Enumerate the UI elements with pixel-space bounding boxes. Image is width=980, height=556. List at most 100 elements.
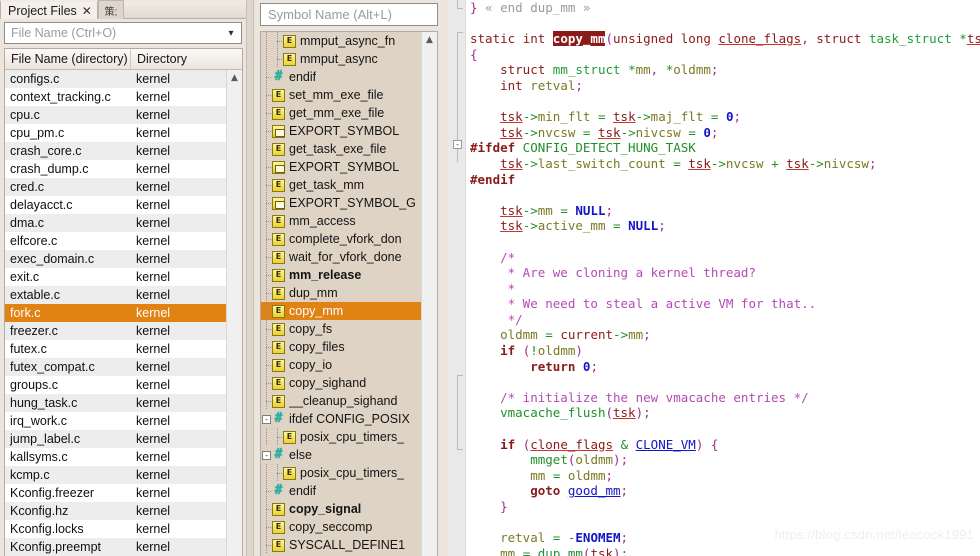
code-line[interactable]: goto good_mm; bbox=[470, 483, 980, 499]
code-line[interactable]: /* initialize the new vmacache entries *… bbox=[470, 390, 980, 406]
table-row[interactable]: delayacct.c kernel bbox=[5, 196, 226, 214]
list-item[interactable]: Ecopy_signal bbox=[261, 500, 421, 518]
list-item[interactable]: Ecopy_io bbox=[261, 356, 421, 374]
table-row[interactable]: hung_task.c kernel bbox=[5, 394, 226, 412]
list-item[interactable]: Eget_mm_exe_file bbox=[261, 104, 421, 122]
table-row[interactable]: Kconfig.locks kernel bbox=[5, 520, 226, 538]
list-item[interactable]: Ecopy_fs bbox=[261, 320, 421, 338]
column-header-file-name[interactable]: File Name (directory) bbox=[5, 49, 131, 69]
list-item[interactable]: - # else bbox=[261, 446, 421, 464]
parameter-name[interactable]: tsk bbox=[786, 156, 809, 171]
list-item[interactable]: Eposix_cpu_timers_ bbox=[261, 428, 421, 446]
list-item[interactable]: Eposix_cpu_timers_ bbox=[261, 464, 421, 482]
list-item[interactable]: Emm_access bbox=[261, 212, 421, 230]
list-item[interactable]: E __cleanup_sighand bbox=[261, 392, 421, 410]
list-item[interactable]: Ecopy_sighand bbox=[261, 374, 421, 392]
code-line[interactable]: if (clone_flags & CLONE_VM) { bbox=[470, 437, 980, 453]
parameter-name[interactable]: tsk bbox=[500, 203, 523, 218]
source-code-view[interactable]: } « end dup_mm » static int copy_mm(unsi… bbox=[466, 0, 980, 556]
code-line[interactable] bbox=[470, 515, 980, 531]
code-line[interactable]: return 0; bbox=[470, 359, 980, 375]
parameter-name[interactable]: tsk bbox=[500, 156, 523, 171]
code-line[interactable] bbox=[470, 374, 980, 390]
list-item[interactable]: Ecopy_mm bbox=[261, 302, 421, 320]
code-line[interactable]: tsk->min_flt = tsk->maj_flt = 0; bbox=[470, 109, 980, 125]
table-row[interactable]: Kconfig.freezer kernel bbox=[5, 484, 226, 502]
code-line[interactable]: mm = dup_mm(tsk); bbox=[470, 546, 980, 556]
parameter-name[interactable]: clone_flags bbox=[530, 437, 613, 452]
table-row[interactable]: kallsyms.c kernel bbox=[5, 448, 226, 466]
parameter-name[interactable]: tsk bbox=[613, 405, 636, 420]
parameter-name[interactable]: tsk bbox=[500, 218, 523, 233]
code-line[interactable]: /* bbox=[470, 250, 980, 266]
table-row[interactable]: cred.c kernel bbox=[5, 178, 226, 196]
parameter-name[interactable]: tsk bbox=[967, 31, 980, 46]
table-row[interactable]: groups.c kernel bbox=[5, 376, 226, 394]
code-fold-gutter[interactable]: - bbox=[448, 0, 466, 556]
code-line[interactable]: #ifdef CONFIG_DETECT_HUNG_TASK bbox=[470, 140, 980, 156]
list-item[interactable]: Eget_task_mm bbox=[261, 176, 421, 194]
symbol-tree-scrollbar[interactable]: ▲ bbox=[421, 32, 437, 556]
code-line[interactable]: mm = oldmm; bbox=[470, 468, 980, 484]
list-item[interactable]: EXPORT_SYMBOL bbox=[261, 122, 421, 140]
table-row[interactable]: fork.c kernel bbox=[5, 304, 226, 322]
code-line[interactable]: tsk->mm = NULL; bbox=[470, 203, 980, 219]
code-line[interactable]: oldmm = current->mm; bbox=[470, 327, 980, 343]
code-line[interactable]: static int copy_mm(unsigned long clone_f… bbox=[470, 31, 980, 47]
file-list-scrollbar[interactable]: ▲ bbox=[226, 70, 242, 556]
chevron-down-icon[interactable]: 策; bbox=[97, 0, 124, 19]
list-item[interactable]: # endif bbox=[261, 482, 421, 500]
chevron-up-icon[interactable]: ▲ bbox=[422, 32, 438, 48]
code-line[interactable]: #endif bbox=[470, 172, 980, 188]
code-line[interactable]: int retval; bbox=[470, 78, 980, 94]
code-line[interactable] bbox=[470, 421, 980, 437]
table-row[interactable]: elfcore.c kernel bbox=[5, 232, 226, 250]
code-line[interactable]: vmacache_flush(tsk); bbox=[470, 405, 980, 421]
code-line[interactable]: retval = -ENOMEM; bbox=[470, 530, 980, 546]
list-item[interactable]: Emm_release bbox=[261, 266, 421, 284]
table-row[interactable]: freezer.c kernel bbox=[5, 322, 226, 340]
symbol-search-input[interactable]: Symbol Name (Alt+L) bbox=[260, 3, 438, 26]
code-line[interactable] bbox=[470, 16, 980, 32]
table-row[interactable]: cpu.c kernel bbox=[5, 106, 226, 124]
table-row[interactable]: exit.c kernel bbox=[5, 268, 226, 286]
table-row[interactable]: futex.c kernel bbox=[5, 340, 226, 358]
parameter-name[interactable]: clone_flags bbox=[718, 31, 801, 46]
table-row[interactable]: crash_core.c kernel bbox=[5, 142, 226, 160]
table-row[interactable]: context_tracking.c kernel bbox=[5, 88, 226, 106]
list-item[interactable]: Eget_task_exe_file bbox=[261, 140, 421, 158]
code-line[interactable]: tsk->nvcsw = tsk->nivcsw = 0; bbox=[470, 125, 980, 141]
chevron-up-icon[interactable]: ▲ bbox=[227, 70, 243, 86]
code-line[interactable] bbox=[470, 187, 980, 203]
chevron-down-icon[interactable]: ▾ bbox=[223, 28, 239, 39]
table-row[interactable]: extable.c kernel bbox=[5, 286, 226, 304]
list-item[interactable]: Edup_mm bbox=[261, 284, 421, 302]
code-line[interactable]: if (!oldmm) bbox=[470, 343, 980, 359]
list-item[interactable]: - # ifdef CONFIG_POSIX bbox=[261, 410, 421, 428]
list-item[interactable]: Emmput_async bbox=[261, 50, 421, 68]
highlighted-symbol[interactable]: copy_mm bbox=[552, 31, 606, 47]
tab-project-files[interactable]: Project Files ✕ bbox=[0, 0, 98, 19]
code-line[interactable]: * bbox=[470, 281, 980, 297]
code-line[interactable] bbox=[470, 94, 980, 110]
table-row[interactable]: Kconfig.preempt kernel bbox=[5, 538, 226, 556]
goto-label-link[interactable]: good_mm bbox=[568, 483, 621, 498]
table-row[interactable]: dma.c kernel bbox=[5, 214, 226, 232]
code-line[interactable]: */ bbox=[470, 312, 980, 328]
code-line[interactable]: } « end dup_mm » bbox=[470, 0, 980, 16]
list-item[interactable]: # endif bbox=[261, 68, 421, 86]
panel-splitter-left[interactable] bbox=[246, 0, 254, 556]
list-item[interactable]: Eset_mm_exe_file bbox=[261, 86, 421, 104]
code-line[interactable]: mmget(oldmm); bbox=[470, 452, 980, 468]
table-row[interactable]: cpu_pm.c kernel bbox=[5, 124, 226, 142]
table-row[interactable]: crash_dump.c kernel bbox=[5, 160, 226, 178]
list-item[interactable]: Ewait_for_vfork_done bbox=[261, 248, 421, 266]
code-line[interactable]: tsk->active_mm = NULL; bbox=[470, 218, 980, 234]
table-row[interactable]: jump_label.c kernel bbox=[5, 430, 226, 448]
parameter-name[interactable]: tsk bbox=[598, 125, 621, 140]
parameter-name[interactable]: tsk bbox=[500, 125, 523, 140]
code-line[interactable]: * Are we cloning a kernel thread? bbox=[470, 265, 980, 281]
code-line[interactable]: * We need to steal a active VM for that.… bbox=[470, 296, 980, 312]
code-line[interactable]: struct mm_struct *mm, *oldmm; bbox=[470, 62, 980, 78]
close-icon[interactable]: ✕ bbox=[82, 5, 92, 17]
